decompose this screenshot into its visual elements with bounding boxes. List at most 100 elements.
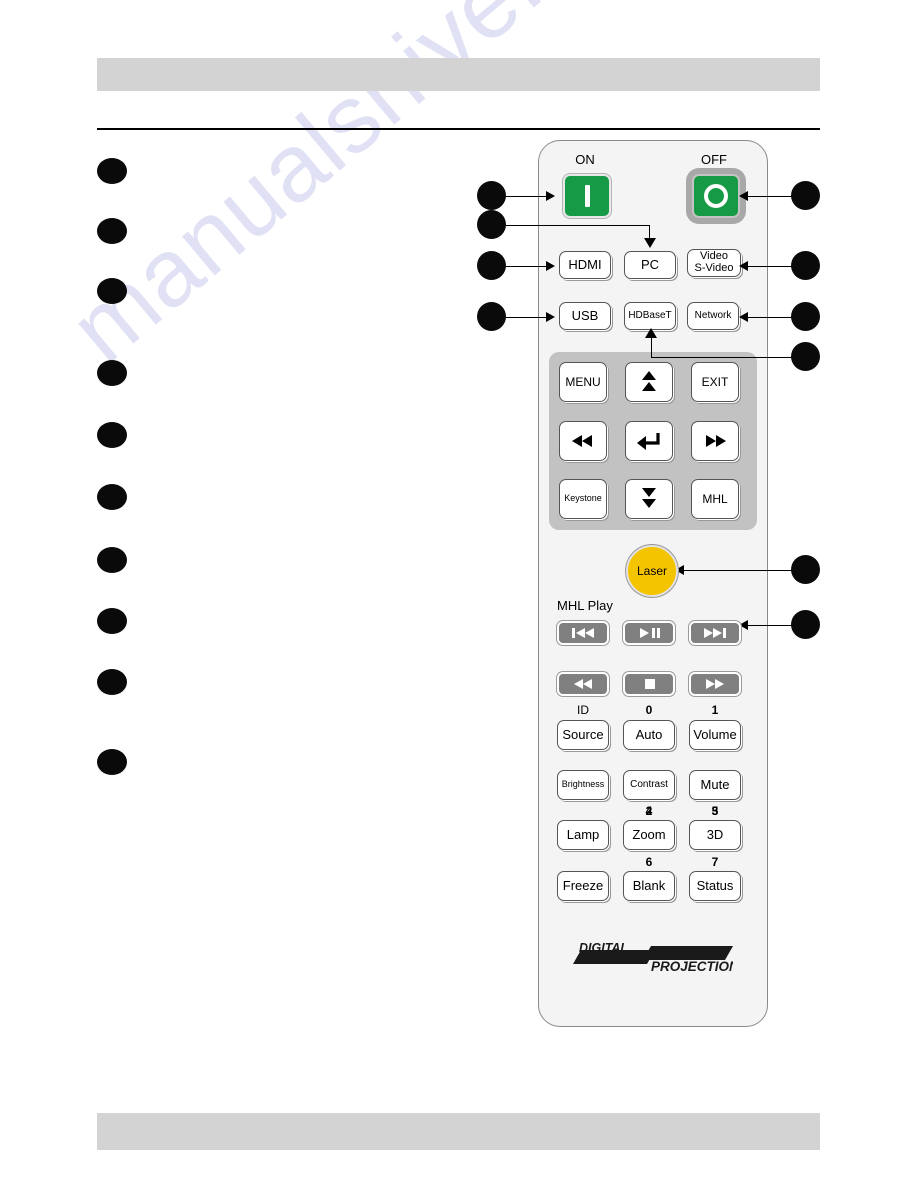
right-button[interactable] xyxy=(691,421,739,461)
leader-line-hdmi xyxy=(506,266,550,267)
down-button[interactable] xyxy=(625,479,673,519)
callout-bullet-left-8 xyxy=(97,608,127,634)
zoom-num-label: 4 xyxy=(645,804,653,818)
three-d-button[interactable]: 3D xyxy=(689,820,741,850)
source-button[interactable]: Source xyxy=(557,720,609,750)
leader-line-network xyxy=(748,317,792,318)
callout-bullet-left-3 xyxy=(97,278,127,304)
zoom-button[interactable]: Zoom xyxy=(623,820,675,850)
leader-line-mhlplay xyxy=(748,625,792,626)
svideo-label: S-Video xyxy=(694,262,734,274)
stop-icon xyxy=(645,679,655,689)
stop-button[interactable] xyxy=(623,672,675,696)
leader-line-power-on xyxy=(506,196,550,197)
enter-return-icon xyxy=(637,433,660,450)
callout-bullet-right-1 xyxy=(791,181,820,210)
source-id-label: ID xyxy=(577,703,589,717)
callout-bullet-inner-3 xyxy=(477,251,506,280)
video-label: Video xyxy=(700,250,728,263)
up-button[interactable] xyxy=(625,362,673,402)
power-on-bar-icon xyxy=(584,185,590,207)
power-on-button[interactable] xyxy=(563,174,611,218)
mute-button[interactable]: Mute xyxy=(689,770,741,800)
header-rule xyxy=(97,128,820,130)
threed-num-label: 5 xyxy=(711,804,719,818)
leader-line-laser xyxy=(684,570,792,571)
power-off-circle-icon xyxy=(704,184,728,208)
volume-num-label: 1 xyxy=(711,703,719,717)
callout-bullet-right-6 xyxy=(791,610,820,639)
callout-bullet-right-2 xyxy=(791,251,820,280)
keystone-button[interactable]: Keystone xyxy=(559,479,607,519)
exit-button[interactable]: EXIT xyxy=(691,362,739,402)
arrow-head-hdmi-icon xyxy=(546,261,555,271)
callout-bullet-left-6 xyxy=(97,484,127,510)
usb-button[interactable]: USB xyxy=(559,302,611,330)
mhl-button[interactable]: MHL xyxy=(691,479,739,519)
blank-button[interactable]: Blank xyxy=(623,871,675,901)
callout-bullet-left-10 xyxy=(97,749,127,775)
rewind-icon xyxy=(574,679,592,689)
leader-line-hdbaset-v xyxy=(651,338,652,358)
footer-band xyxy=(97,1113,820,1150)
callout-bullet-left-9 xyxy=(97,669,127,695)
leader-line-usb xyxy=(506,317,550,318)
pc-button[interactable]: PC xyxy=(624,251,676,279)
power-off-button[interactable] xyxy=(692,174,740,218)
arrow-head-video-icon xyxy=(739,261,748,271)
manual-page: manualshive.com ON OFF HDMI PC Video S-V… xyxy=(0,0,918,1188)
status-num-label: 7 xyxy=(711,855,719,869)
callout-bullet-left-4 xyxy=(97,360,127,386)
hdbaset-button[interactable]: HDBaseT xyxy=(624,302,676,330)
callout-bullet-left-1 xyxy=(97,158,127,184)
skip-forward-icon xyxy=(704,628,726,638)
leader-line-pc-h xyxy=(506,225,650,226)
header-band xyxy=(97,58,820,91)
arrow-head-power-off-icon xyxy=(739,191,748,201)
callout-bullet-left-2 xyxy=(97,218,127,244)
logo-projection-text: PROJECTION xyxy=(651,959,733,974)
enter-button[interactable] xyxy=(625,421,673,461)
arrow-head-power-on-icon xyxy=(546,191,555,201)
freeze-button[interactable]: Freeze xyxy=(557,871,609,901)
callout-bullet-left-5 xyxy=(97,422,127,448)
arrow-head-usb-icon xyxy=(546,312,555,322)
rewind-button[interactable] xyxy=(557,672,609,696)
arrow-head-hdbaset-icon xyxy=(645,328,657,338)
brightness-button[interactable]: Brightness xyxy=(557,770,609,800)
video-svideo-button[interactable]: Video S-Video xyxy=(687,249,741,277)
skip-back-icon xyxy=(572,628,594,638)
mhl-play-label: MHL Play xyxy=(557,598,613,613)
double-down-arrow-icon xyxy=(642,488,656,508)
network-button[interactable]: Network xyxy=(687,302,739,330)
callout-bullet-inner-1 xyxy=(477,181,506,210)
double-left-arrow-icon xyxy=(572,435,592,447)
power-off-label: OFF xyxy=(701,152,727,167)
callout-bullet-right-3 xyxy=(791,302,820,331)
left-button[interactable] xyxy=(559,421,607,461)
power-on-label: ON xyxy=(575,152,595,167)
double-up-arrow-icon xyxy=(642,371,656,391)
logo-digital-text: DIGITAL xyxy=(579,941,628,955)
next-track-button[interactable] xyxy=(689,621,741,645)
contrast-button[interactable]: Contrast xyxy=(623,770,675,800)
laser-label: Laser xyxy=(636,564,668,578)
fast-forward-button[interactable] xyxy=(689,672,741,696)
leader-line-hdbaset-h xyxy=(652,357,792,358)
callout-bullet-right-4 xyxy=(791,342,820,371)
double-right-arrow-icon xyxy=(706,435,726,447)
play-pause-icon xyxy=(640,628,660,638)
digital-projection-logo: DIGITAL PROJECTION xyxy=(573,940,739,974)
arrow-head-network-icon xyxy=(739,312,748,322)
play-pause-button[interactable] xyxy=(623,621,675,645)
status-button[interactable]: Status xyxy=(689,871,741,901)
auto-button[interactable]: Auto xyxy=(623,720,675,750)
menu-button[interactable]: MENU xyxy=(559,362,607,402)
volume-button[interactable]: Volume xyxy=(689,720,741,750)
auto-num-label: 0 xyxy=(645,703,653,717)
previous-track-button[interactable] xyxy=(557,621,609,645)
laser-button[interactable]: Laser xyxy=(626,545,678,597)
lamp-button[interactable]: Lamp xyxy=(557,820,609,850)
callout-bullet-right-5 xyxy=(791,555,820,584)
hdmi-button[interactable]: HDMI xyxy=(559,251,611,279)
